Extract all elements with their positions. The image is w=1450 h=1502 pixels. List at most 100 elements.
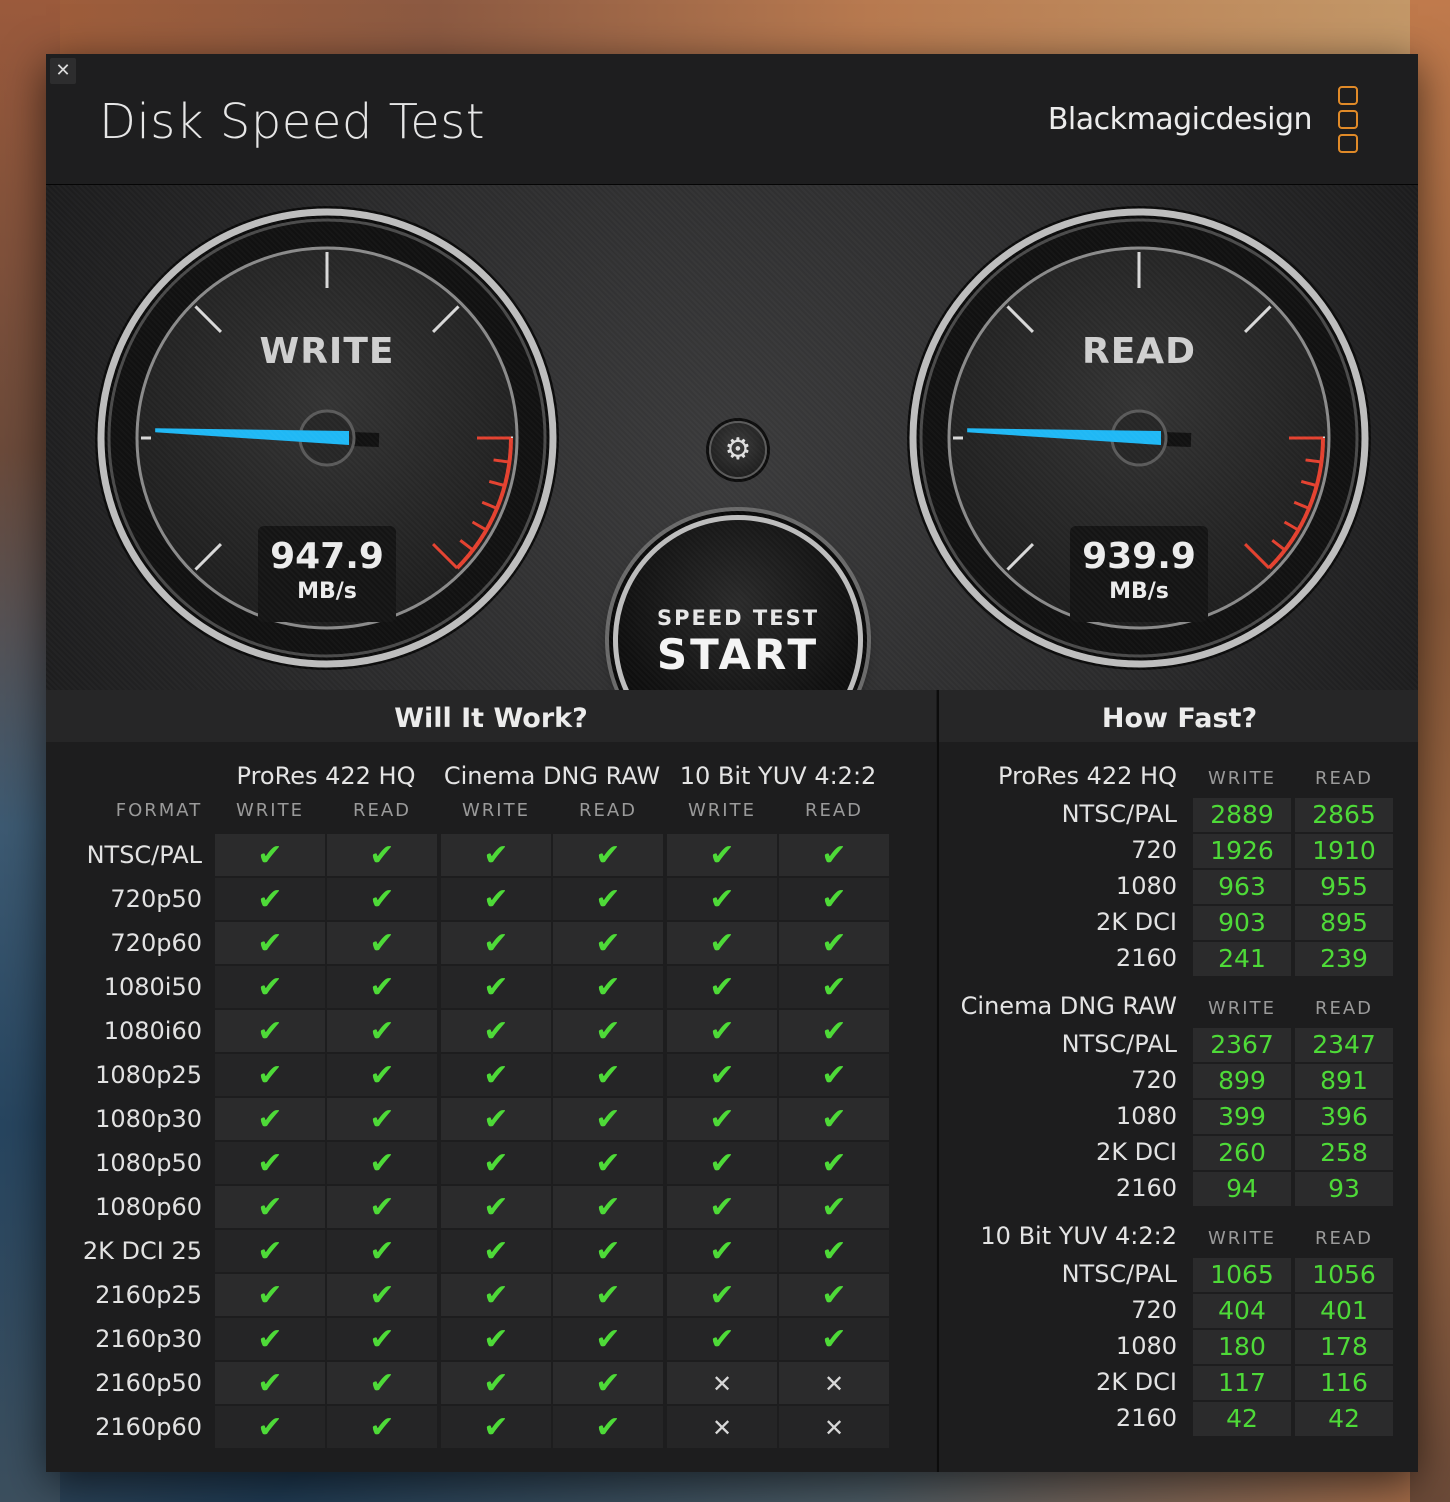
result-cell: ✔: [215, 1406, 325, 1448]
result-cell: ✔: [215, 834, 325, 876]
check-icon: ✔: [821, 970, 847, 1005]
result-cell: ✔: [327, 1010, 437, 1052]
read-speed-unit: MB/s: [1109, 579, 1169, 604]
result-cell: ✔: [779, 1186, 889, 1228]
result-cell: ✔: [327, 1406, 437, 1448]
result-cell: ✔: [553, 922, 663, 964]
how-fast-row-label: 2K DCI: [1096, 1138, 1177, 1166]
result-cell: ✔: [779, 1318, 889, 1360]
result-cell: ✔: [553, 1098, 663, 1140]
result-cell: ✔: [779, 1274, 889, 1316]
how-fast-read-value: 2865: [1295, 798, 1393, 832]
how-fast-group-name: ProRes 422 HQ: [998, 762, 1177, 790]
desktop-wallpaper-top: [0, 0, 1450, 60]
result-cell: ✔: [327, 1230, 437, 1272]
how-fast-row-label: 2K DCI: [1096, 1368, 1177, 1396]
check-icon: ✔: [483, 1014, 509, 1049]
check-icon: ✔: [483, 1366, 509, 1401]
check-icon: ✔: [595, 1014, 621, 1049]
settings-button[interactable]: ⚙: [709, 421, 767, 479]
result-cell: ✔: [215, 1274, 325, 1316]
result-cell: ✔: [327, 1318, 437, 1360]
format-group-header: 10 Bit YUV 4:2:2: [679, 762, 877, 790]
close-button[interactable]: ✕: [50, 58, 76, 84]
check-icon: ✔: [595, 1234, 621, 1269]
result-cell: ✔: [667, 1054, 777, 1096]
gear-icon: ⚙: [724, 432, 752, 467]
check-icon: ✔: [369, 1102, 395, 1137]
cross-icon: ✕: [823, 1370, 845, 1398]
check-icon: ✔: [483, 1146, 509, 1181]
check-icon: ✔: [257, 1410, 283, 1445]
check-icon: ✔: [257, 1278, 283, 1313]
write-readout: 947.9 MB/s: [258, 526, 396, 622]
result-cell: ✔: [667, 1010, 777, 1052]
check-icon: ✔: [821, 1190, 847, 1225]
how-fast-write-header: WRITE: [1208, 768, 1276, 789]
how-fast-write-value: 404: [1193, 1294, 1291, 1328]
check-icon: ✔: [369, 970, 395, 1005]
check-icon: ✔: [369, 1234, 395, 1269]
result-cell: ✔: [667, 878, 777, 920]
result-cell: ✔: [215, 1230, 325, 1272]
check-icon: ✔: [595, 970, 621, 1005]
check-icon: ✔: [709, 1278, 735, 1313]
how-fast-write-value: 2367: [1193, 1028, 1291, 1062]
how-fast-read-value: 42: [1295, 1402, 1393, 1436]
speed-column-header: READ: [804, 800, 864, 821]
result-cell: ✔: [667, 1230, 777, 1272]
how-fast-read-value: 258: [1295, 1136, 1393, 1170]
check-icon: ✔: [709, 1146, 735, 1181]
format-row-label: 2160p25: [95, 1281, 202, 1309]
how-fast-row-label: NTSC/PAL: [1061, 1260, 1177, 1288]
how-fast-panel: How Fast? ProRes 422 HQ WRITE READ NTSC/PAL…: [937, 690, 1418, 1472]
result-cell: ✔: [667, 834, 777, 876]
how-fast-read-value: 116: [1295, 1366, 1393, 1400]
gauge-panel: WRITE 947.9 MB/s ⚙ SPEED TEST START READ…: [46, 185, 1418, 765]
how-fast-write-header: WRITE: [1208, 998, 1276, 1019]
check-icon: ✔: [257, 838, 283, 873]
how-fast-read-header: READ: [1314, 1228, 1374, 1249]
result-cell: ✔: [667, 922, 777, 964]
how-fast-group-name: Cinema DNG RAW: [960, 992, 1177, 1020]
check-icon: ✔: [595, 926, 621, 961]
check-icon: ✔: [369, 1014, 395, 1049]
result-cell: ✔: [553, 1230, 663, 1272]
check-icon: ✔: [257, 1058, 283, 1093]
format-row-label: NTSC/PAL: [86, 841, 202, 869]
how-fast-row-label: 2160: [1115, 1174, 1177, 1202]
how-fast-read-value: 401: [1295, 1294, 1393, 1328]
check-icon: ✔: [483, 882, 509, 917]
title-bar: Disk Speed Test Blackmagicdesign: [46, 54, 1418, 185]
result-cell: ✔: [327, 1142, 437, 1184]
result-cell: ✔: [441, 1010, 551, 1052]
check-icon: ✔: [821, 1058, 847, 1093]
speed-column-header: WRITE: [236, 800, 304, 821]
will-it-work-title: Will It Work?: [46, 690, 936, 742]
how-fast-title: How Fast?: [939, 690, 1418, 742]
how-fast-row-label: 1080: [1115, 1102, 1177, 1130]
check-icon: ✔: [483, 838, 509, 873]
how-fast-read-value: 895: [1295, 906, 1393, 940]
result-cell: ✔: [779, 1142, 889, 1184]
result-cell: ✔: [441, 1274, 551, 1316]
result-cell: ✔: [327, 834, 437, 876]
result-cell: ✔: [441, 1362, 551, 1404]
how-fast-read-value: 955: [1295, 870, 1393, 904]
format-row-label: 1080p30: [95, 1105, 202, 1133]
format-row-label: 2K DCI 25: [82, 1237, 202, 1265]
result-cell: ✔: [553, 966, 663, 1008]
check-icon: ✔: [595, 882, 621, 917]
how-fast-row-label: 720: [1131, 836, 1177, 864]
result-cell: ✕: [779, 1362, 889, 1404]
result-cell: ✔: [215, 1318, 325, 1360]
result-cell: ✔: [215, 1098, 325, 1140]
result-cell: ✔: [215, 922, 325, 964]
result-cell: ✔: [553, 1406, 663, 1448]
check-icon: ✔: [369, 1410, 395, 1445]
how-fast-row-label: 2160: [1115, 1404, 1177, 1432]
result-cell: ✔: [327, 1274, 437, 1316]
format-row-label: 720p60: [110, 929, 202, 957]
check-icon: ✔: [257, 1014, 283, 1049]
check-icon: ✔: [821, 838, 847, 873]
